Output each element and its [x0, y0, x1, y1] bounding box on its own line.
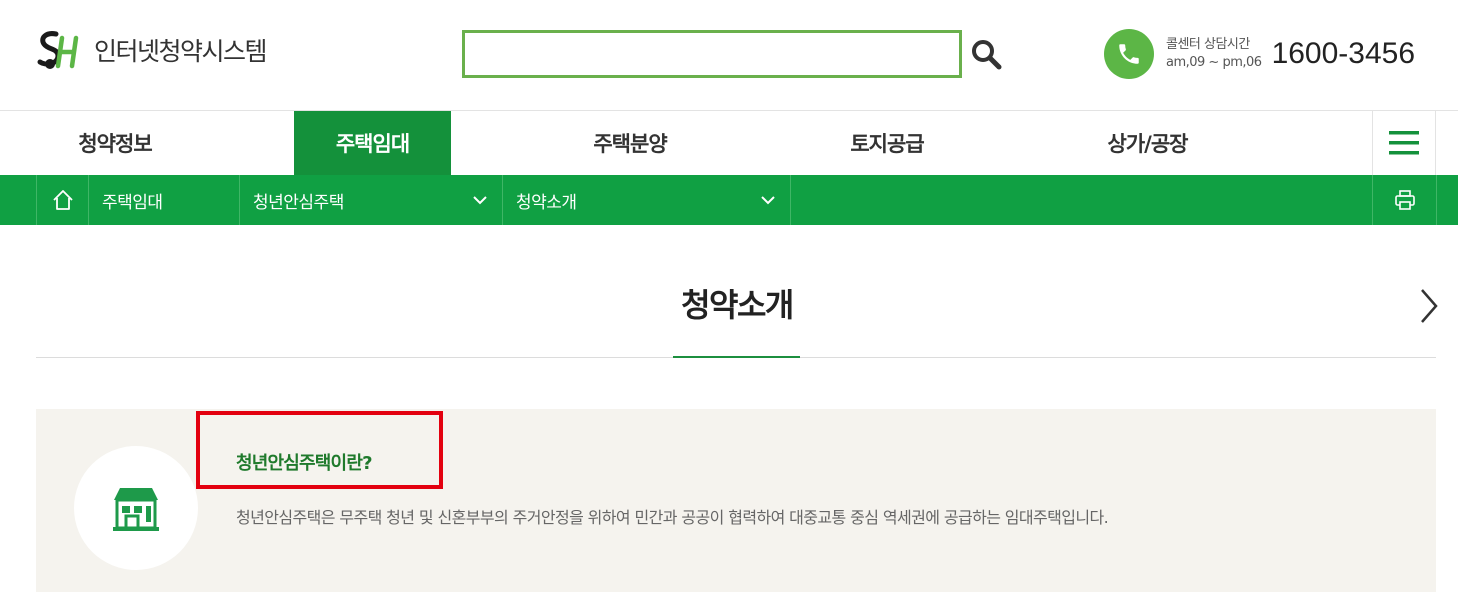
- highlight-annotation-box: [196, 411, 443, 489]
- call-hours: am,09 ~ pm,06: [1166, 55, 1262, 70]
- print-button[interactable]: [1372, 175, 1436, 225]
- breadcrumb: 주택임대 청년안심주택 청약소개: [0, 175, 1458, 225]
- search-icon: [972, 40, 1002, 70]
- info-description: 청년안심주택은 무주택 청년 및 신혼부부의 주거안정을 위하여 민간과 공공이…: [236, 508, 1109, 527]
- call-number[interactable]: 1600-3456: [1272, 37, 1415, 71]
- site-logo[interactable]: 인터넷청약시스템: [36, 28, 268, 72]
- site-header: 인터넷청약시스템 콜센터 상담시간 am,09 ~ pm,06 1600-345…: [0, 0, 1458, 111]
- chevron-down-icon: [473, 196, 487, 205]
- chevron-down-icon: [761, 196, 775, 205]
- call-hours-info: 콜센터 상담시간 am,09 ~ pm,06: [1166, 36, 1262, 72]
- breadcrumb-level2-label: 청년안심주택: [253, 192, 344, 213]
- breadcrumb-level1-label: 주택임대: [102, 192, 163, 213]
- print-icon: [1394, 190, 1415, 210]
- phone-icon: [1104, 29, 1154, 79]
- main-nav: 청약정보 주택임대 주택분양 토지공급 상가/공장: [0, 111, 1458, 175]
- logo-text: 인터넷청약시스템: [94, 37, 268, 66]
- breadcrumb-level3-dropdown[interactable]: 청약소개: [502, 175, 791, 225]
- next-page-button[interactable]: [1414, 286, 1442, 326]
- search-input[interactable]: [465, 33, 959, 75]
- page-title: 청약소개: [681, 286, 794, 324]
- breadcrumb-level3-label: 청약소개: [516, 192, 577, 213]
- house-icon: [113, 488, 159, 531]
- home-button[interactable]: [36, 175, 88, 225]
- search-box: [462, 30, 962, 78]
- house-icon-circle: [74, 446, 198, 570]
- search-button[interactable]: [968, 36, 1004, 72]
- all-menu-button[interactable]: [1372, 111, 1436, 175]
- breadcrumb-level1[interactable]: 주택임대: [88, 175, 239, 225]
- title-underline: [673, 356, 800, 358]
- call-center: 콜센터 상담시간 am,09 ~ pm,06 1600-3456: [1104, 28, 1415, 80]
- home-icon: [52, 190, 73, 210]
- nav-item-housing-rental[interactable]: 주택임대: [294, 111, 451, 175]
- breadcrumb-divider: [1436, 175, 1437, 225]
- sh-logo-icon: [37, 31, 79, 69]
- hamburger-menu-icon: [1389, 131, 1419, 155]
- nav-item-land-supply[interactable]: 토지공급: [808, 111, 966, 175]
- nav-item-housing-sale[interactable]: 주택분양: [551, 111, 709, 175]
- nav-item-shop-factory[interactable]: 상가/공장: [1065, 111, 1230, 175]
- breadcrumb-level2-dropdown[interactable]: 청년안심주택: [239, 175, 502, 225]
- nav-item-subscription-info[interactable]: 청약정보: [36, 111, 194, 175]
- call-label: 콜센터 상담시간: [1166, 37, 1250, 52]
- chevron-right-icon: [1421, 289, 1438, 323]
